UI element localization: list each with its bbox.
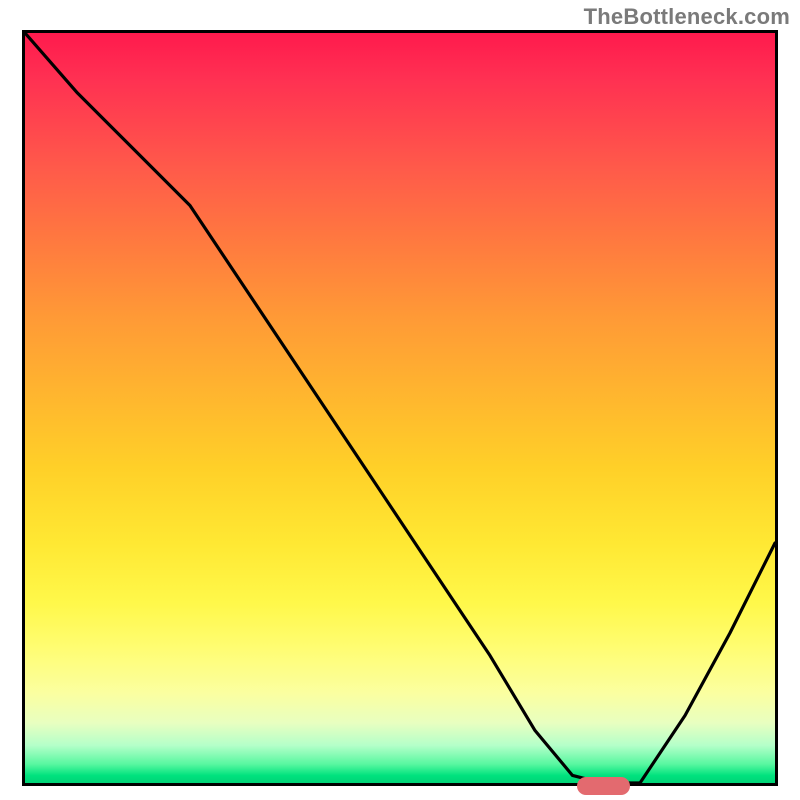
chart-plot-area — [22, 30, 778, 786]
attribution-text: TheBottleneck.com — [584, 4, 790, 30]
chart-line-path — [25, 33, 775, 783]
chart-marker-pill — [577, 777, 630, 795]
chart-curve — [25, 33, 775, 783]
